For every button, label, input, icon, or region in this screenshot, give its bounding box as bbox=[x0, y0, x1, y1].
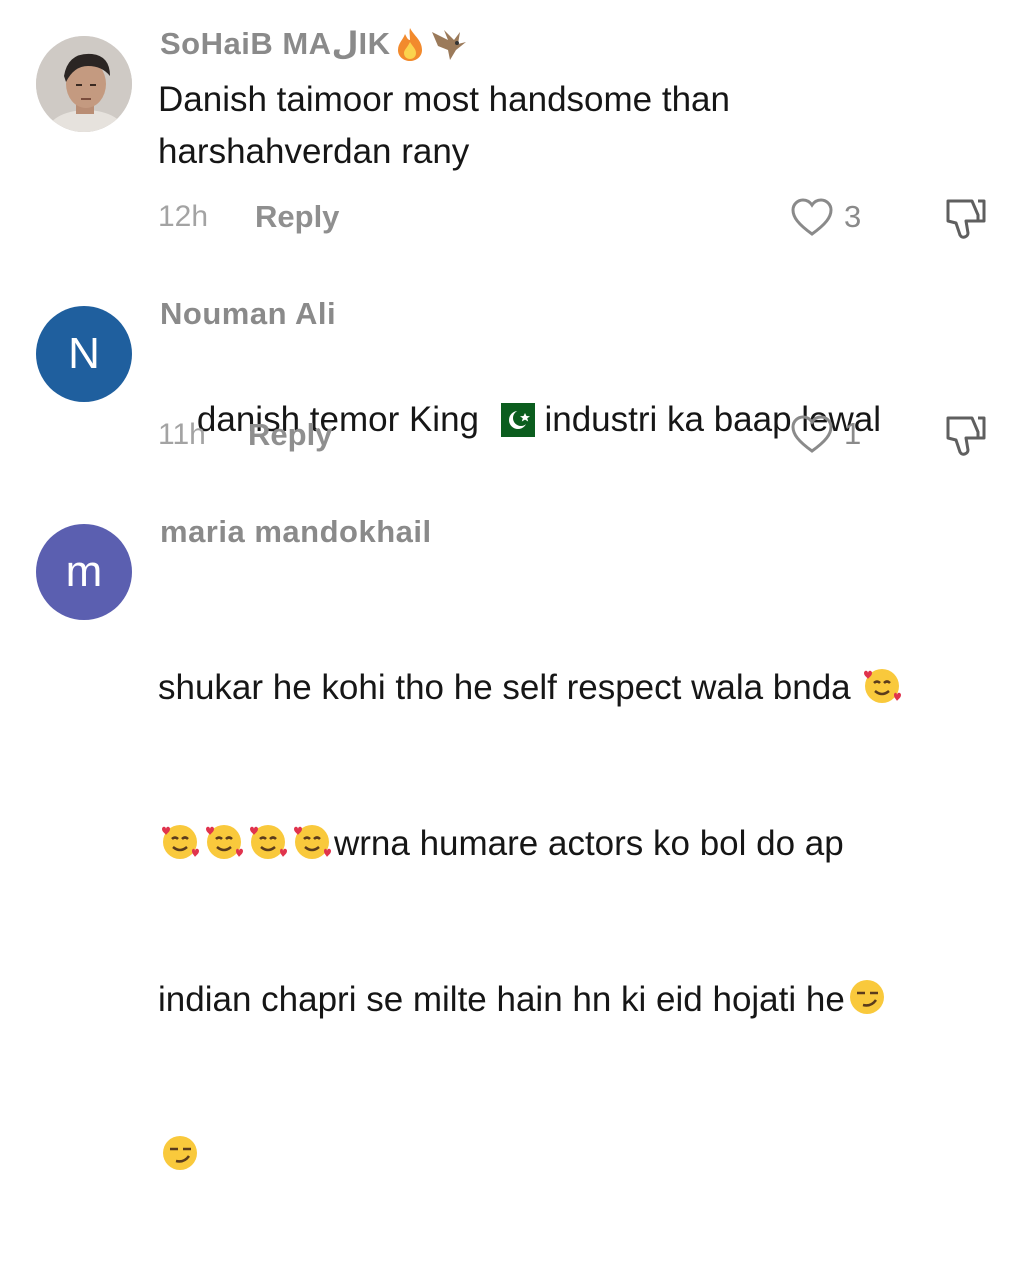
username-text: SoHaiB MAلIK bbox=[160, 26, 391, 61]
comment-text-part: wrna humare actors ko bol do ap bbox=[334, 824, 844, 863]
pakistan-flag-icon bbox=[488, 403, 535, 437]
avatar-letter: N bbox=[68, 329, 100, 378]
comment-line: indian chapri se milte hain hn ki eid ho… bbox=[158, 974, 984, 1026]
username-text: Nouman Ali bbox=[160, 296, 337, 331]
smiling-face-with-hearts-emoji-icon bbox=[206, 825, 243, 859]
username[interactable]: maria mandokhail bbox=[160, 514, 432, 550]
avatar[interactable]: N bbox=[36, 306, 132, 402]
like-count: 1 bbox=[844, 416, 862, 451]
heart-icon bbox=[791, 415, 833, 453]
dislike-icon[interactable] bbox=[944, 412, 988, 460]
username[interactable]: SoHaiB MAلIK bbox=[160, 26, 470, 62]
reply-button[interactable]: Reply bbox=[255, 199, 339, 235]
avatar-letter: m bbox=[65, 547, 103, 596]
comment-text: Danish taimoor most handsome than harsha… bbox=[158, 80, 730, 171]
timestamp: 11h bbox=[158, 418, 206, 451]
comment-text: shukar he kohi tho he self respect wala … bbox=[158, 558, 984, 1286]
smiling-face-with-hearts-emoji-icon bbox=[250, 825, 287, 859]
comment-line: wrna humare actors ko bol do ap bbox=[158, 818, 984, 870]
avatar[interactable] bbox=[36, 36, 132, 132]
like-button[interactable]: 1 bbox=[790, 414, 861, 454]
comment-line bbox=[158, 1130, 984, 1182]
comment-text-part: shukar he kohi tho he self respect wala … bbox=[158, 668, 861, 707]
comment-line: shukar he kohi tho he self respect wala … bbox=[158, 662, 984, 714]
avatar[interactable]: m bbox=[36, 524, 132, 620]
eagle-emoji-icon bbox=[432, 30, 467, 60]
reply-button[interactable]: Reply bbox=[248, 417, 332, 453]
heart-icon bbox=[791, 198, 833, 236]
like-button[interactable]: 3 bbox=[790, 197, 861, 237]
dislike-icon[interactable] bbox=[944, 195, 988, 243]
timestamp: 12h bbox=[158, 200, 209, 233]
smirking-face-emoji-icon bbox=[849, 980, 884, 1014]
username[interactable]: Nouman Ali bbox=[160, 296, 336, 332]
smiling-face-with-hearts-emoji-icon bbox=[294, 825, 331, 859]
smiling-face-with-hearts-emoji-icon bbox=[162, 825, 199, 859]
fire-emoji-icon bbox=[398, 28, 423, 61]
like-count: 3 bbox=[844, 199, 862, 234]
comment-text-part: indian chapri se milte hain hn ki eid ho… bbox=[158, 980, 845, 1019]
user-photo-icon bbox=[36, 36, 132, 132]
comment-text-part: danish temor King bbox=[196, 400, 489, 439]
smiling-face-with-hearts-emoji-icon bbox=[864, 669, 902, 703]
username-text: maria mandokhail bbox=[160, 514, 432, 549]
smirking-face-emoji-icon bbox=[163, 1136, 197, 1170]
